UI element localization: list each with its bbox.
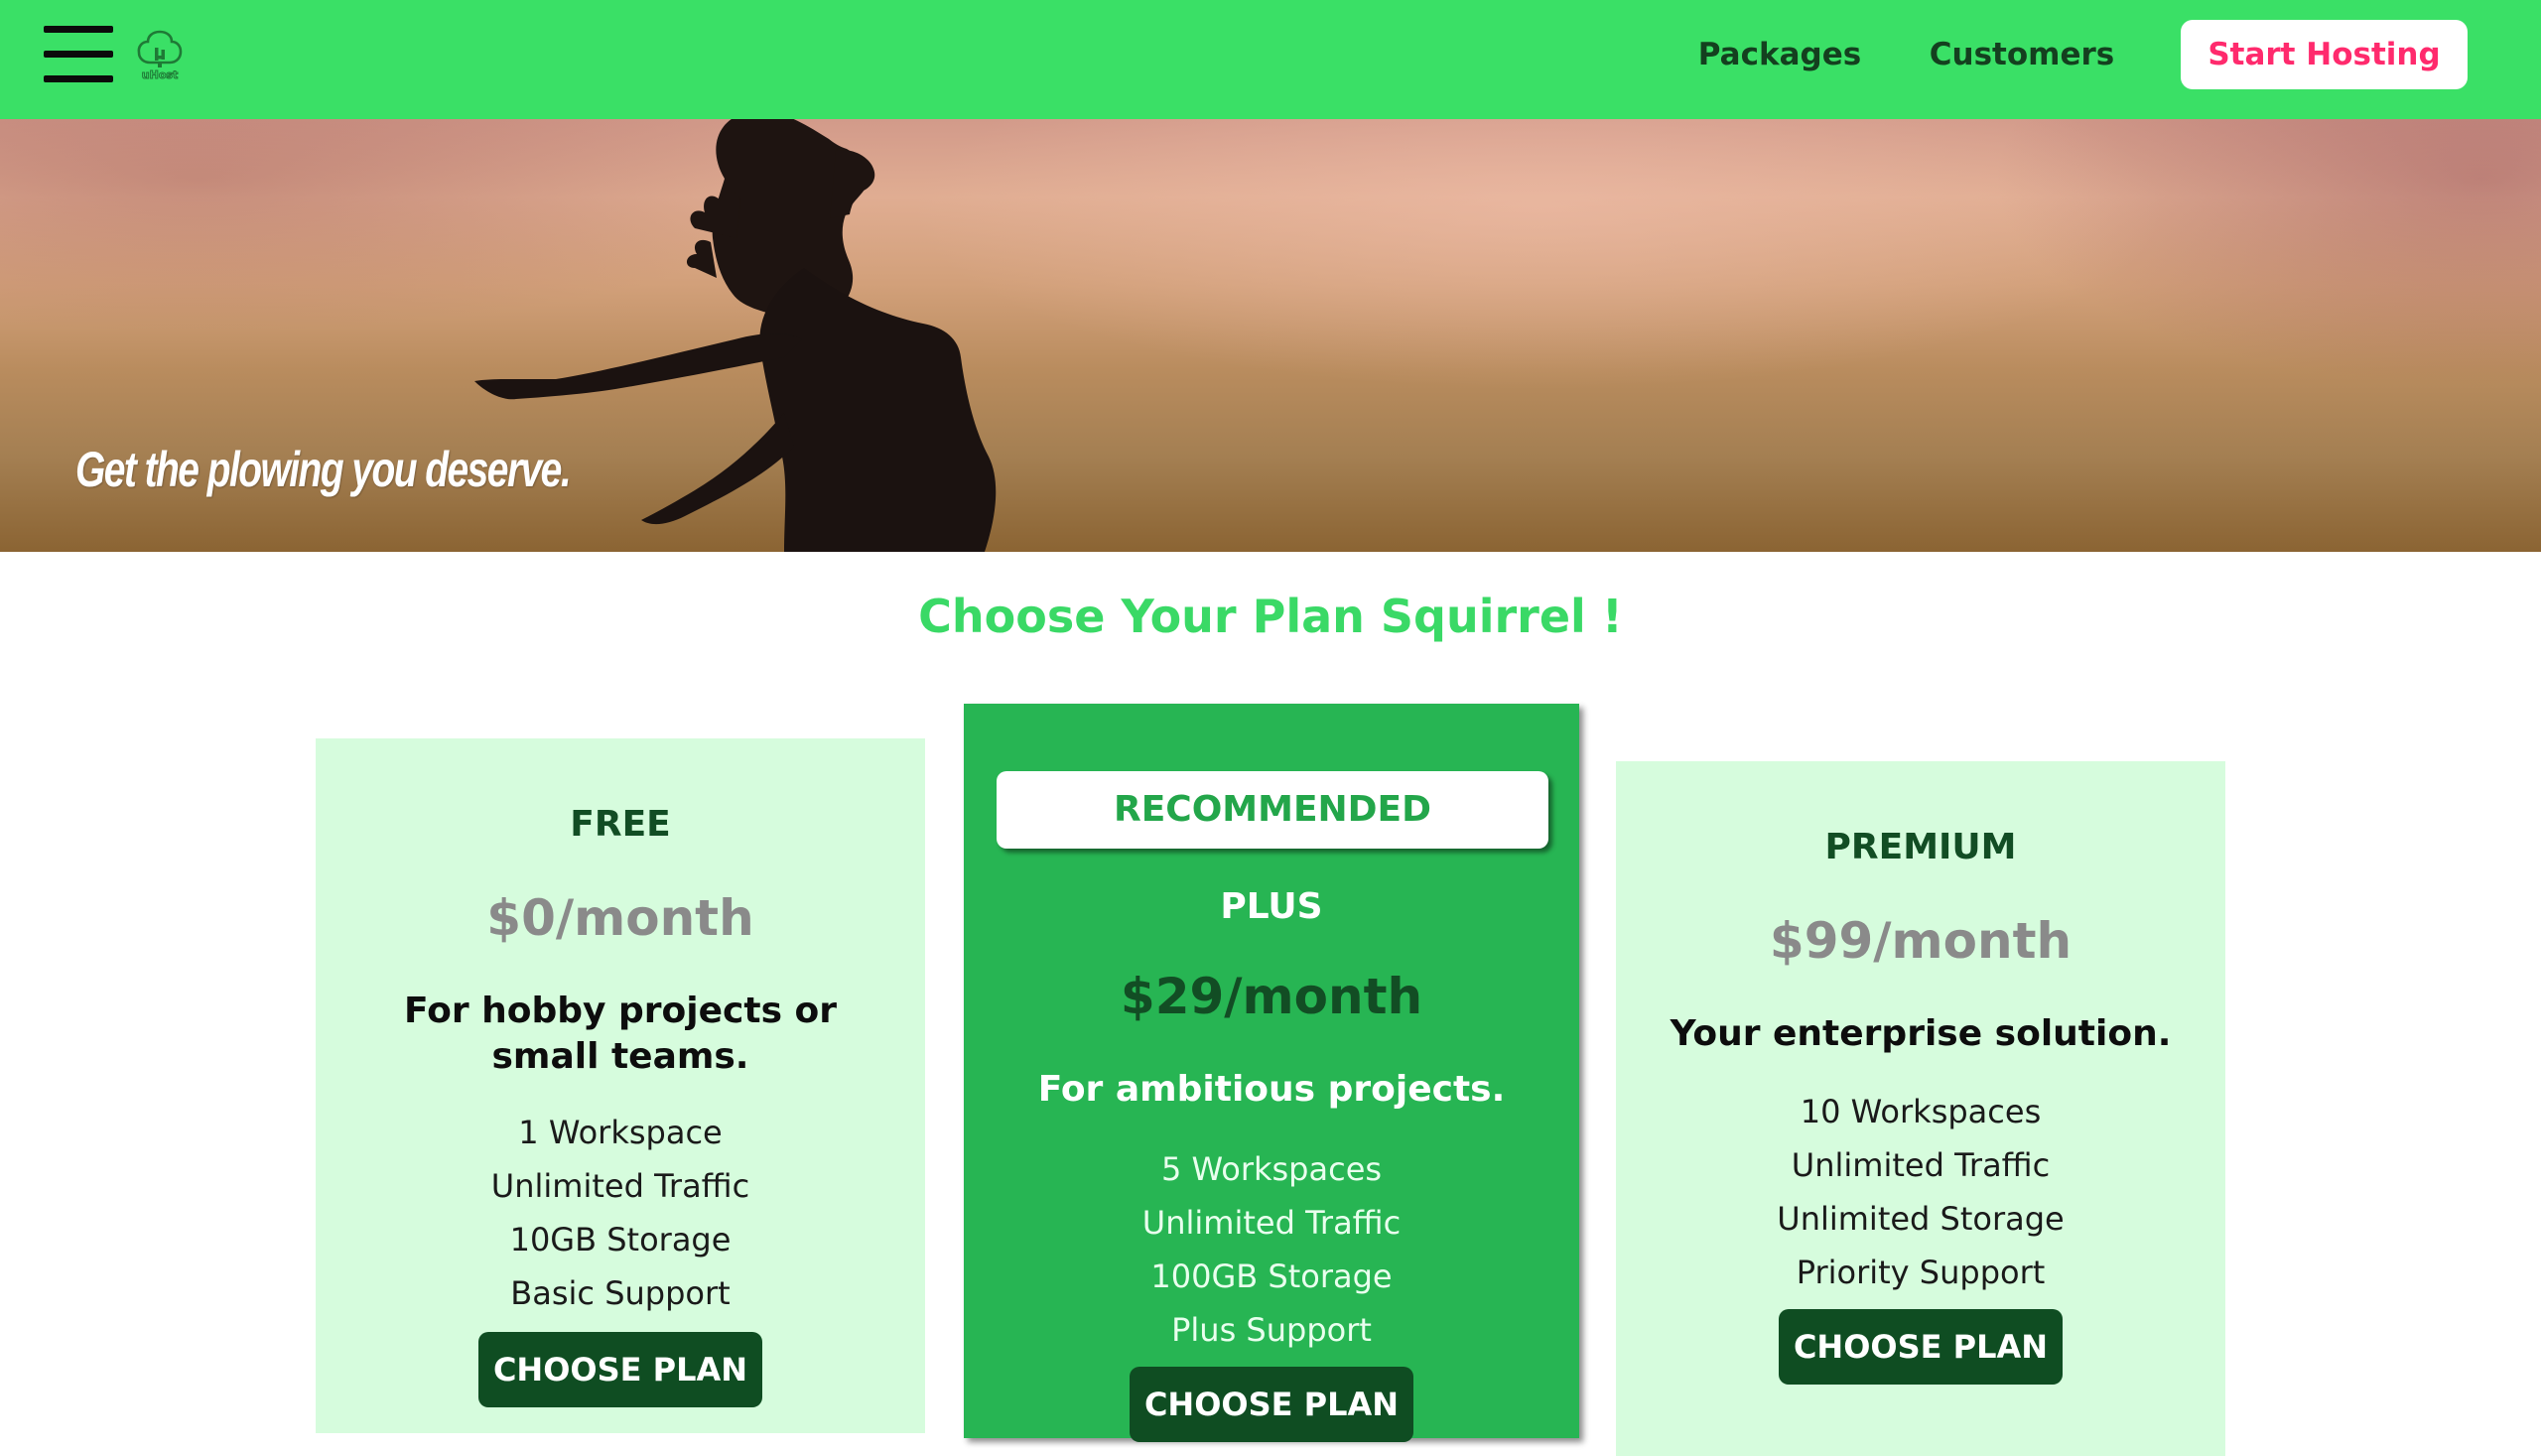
- plan-feature: 10 Workspaces: [1800, 1093, 2042, 1130]
- start-hosting-button[interactable]: Start Hosting: [2181, 20, 2468, 89]
- plans-heading: Choose Your Plan Squirrel !: [918, 590, 1623, 643]
- hero-tagline: Get the plowing you deserve.: [75, 442, 572, 497]
- tree-logo-icon[interactable]: uHost: [133, 28, 187, 81]
- plan-feature: 1 Workspace: [518, 1114, 723, 1151]
- plan-feature: Unlimited Traffic: [490, 1167, 750, 1205]
- plan-features: 5 Workspaces Unlimited Traffic 100GB Sto…: [964, 1142, 1579, 1357]
- plan-description: Your enterprise solution.: [1670, 1013, 2172, 1054]
- choose-plan-button-plus[interactable]: CHOOSE PLAN: [1130, 1367, 1413, 1442]
- plan-feature: 100GB Storage: [1150, 1257, 1393, 1295]
- logo-text: uHost: [142, 68, 178, 81]
- plan-feature: Plus Support: [1171, 1311, 1372, 1349]
- hamburger-bar: [44, 75, 113, 82]
- plan-card-premium: PREMIUM $99/month Your enterprise soluti…: [1616, 761, 2225, 1456]
- hero-banner: Get the plowing you deserve.: [0, 119, 2541, 552]
- nav-link-customers[interactable]: Customers: [1928, 32, 2116, 77]
- plan-feature: Unlimited Traffic: [1141, 1204, 1402, 1242]
- plan-feature: 10GB Storage: [509, 1221, 732, 1258]
- plan-features: 10 Workspaces Unlimited Traffic Unlimite…: [1616, 1085, 2225, 1299]
- plan-feature: Unlimited Storage: [1777, 1200, 2065, 1238]
- plan-card-free: FREE $0/month For hobby projects or smal…: [316, 738, 925, 1433]
- recommended-badge: RECOMMENDED: [997, 771, 1548, 849]
- plan-features: 1 Workspace Unlimited Traffic 10GB Stora…: [316, 1106, 925, 1320]
- plan-price: $0/month: [486, 889, 754, 947]
- choose-plan-button-free[interactable]: CHOOSE PLAN: [478, 1332, 762, 1407]
- choose-plan-button-premium[interactable]: CHOOSE PLAN: [1779, 1309, 2063, 1385]
- plan-feature: 5 Workspaces: [1160, 1150, 1383, 1188]
- plan-name: FREE: [570, 804, 671, 845]
- navbar: uHost Packages Customers Start Hosting: [0, 0, 2541, 119]
- nav-link-packages[interactable]: Packages: [1695, 32, 1864, 77]
- hamburger-bar: [44, 51, 113, 58]
- hamburger-bar: [44, 26, 113, 33]
- plan-feature: Basic Support: [510, 1274, 731, 1312]
- plan-price: $29/month: [1120, 968, 1423, 1025]
- plan-feature: Priority Support: [1796, 1254, 2046, 1291]
- plan-name: PREMIUM: [1824, 827, 2017, 867]
- plan-feature: Unlimited Traffic: [1791, 1146, 2051, 1184]
- plan-description: For ambitious projects.: [1037, 1069, 1506, 1110]
- plan-card-plus: RECOMMENDED PLUS $29/month For ambitious…: [964, 704, 1579, 1442]
- hamburger-menu-icon[interactable]: [44, 26, 113, 83]
- plan-name: PLUS: [1220, 886, 1323, 927]
- plan-description: For hobby projects or small teams.: [403, 991, 838, 1077]
- plan-price: $99/month: [1769, 912, 2073, 970]
